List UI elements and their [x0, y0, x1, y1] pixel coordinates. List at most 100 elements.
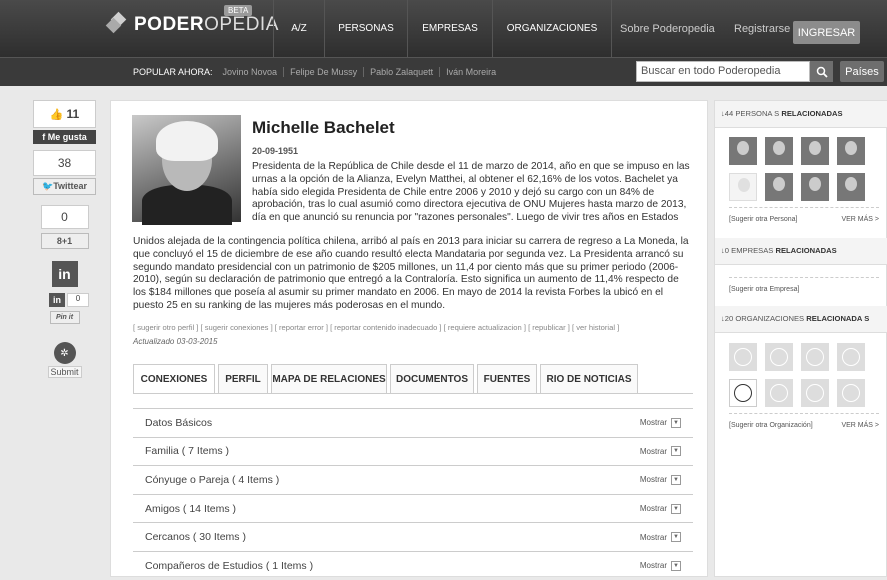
related-sidebar: ↓44 PERSONA S RELACIONADAS [Sugerir otra… — [714, 100, 887, 577]
pinit-button[interactable]: Pin it — [49, 311, 80, 324]
globe-icon[interactable] — [837, 379, 865, 407]
popular-link[interactable]: Iván Moreira — [439, 67, 502, 77]
show-toggle[interactable]: Mostrar ▼ — [640, 503, 681, 514]
tab-mapa-de-relaciones[interactable]: MAPA DE RELACIONES — [271, 364, 387, 393]
see-more-organizations-link[interactable]: VER MÁS > — [841, 422, 879, 429]
updated-date: Actualizado 03-03-2015 — [133, 337, 218, 346]
tab-documentos[interactable]: DOCUMENTOS — [390, 364, 474, 393]
person-name: Michelle Bachelet — [252, 118, 395, 137]
suggest-company-link[interactable]: [Sugerir otra Empresa] — [729, 286, 799, 293]
suggest-organization-link[interactable]: [Sugerir otra Organización] — [729, 422, 813, 429]
search-button[interactable] — [810, 61, 833, 82]
profile-panel: Michelle Bachelet 20-09-1951 Presidenta … — [110, 100, 708, 577]
search-icon — [816, 66, 828, 78]
tab-fuentes[interactable]: FUENTES — [477, 364, 537, 393]
globe-icon[interactable] — [801, 343, 829, 371]
linkedin-count: 0 — [67, 293, 89, 307]
popular-link[interactable]: Pablo Zalaquett — [363, 67, 439, 77]
person-thumbnail[interactable] — [837, 173, 865, 201]
profile-tabs: CONEXIONES PERFIL MAPA DE RELACIONES DOC… — [133, 364, 641, 393]
nav-az[interactable]: A/Z — [274, 0, 324, 57]
globe-icon[interactable] — [837, 343, 865, 371]
see-more-persons-link[interactable]: VER MÁS > — [841, 216, 879, 223]
tweet-count: 38 — [33, 150, 96, 176]
globe-icon[interactable] — [765, 343, 793, 371]
section-row[interactable]: Compañeros de Estudios ( 1 Items ) Mostra… — [133, 550, 693, 580]
show-toggle[interactable]: Mostrar ▼ — [640, 560, 681, 571]
chevron-down-icon: ▼ — [671, 417, 681, 428]
about-link[interactable]: Sobre Poderopedia — [620, 0, 715, 57]
related-companies-header: ↓0 EMPRESAS RELACIONADAS — [715, 238, 887, 265]
person-thumbnail[interactable] — [837, 137, 865, 165]
twitter-icon: 🐦 — [41, 181, 54, 191]
party-logo-icon[interactable] — [729, 379, 757, 407]
globe-icon[interactable] — [765, 379, 793, 407]
popular-label: POPULAR AHORA: — [133, 67, 213, 77]
section-row[interactable]: Amigos ( 14 Items ) Mostrar ▼ — [133, 493, 693, 523]
person-thumbnail[interactable] — [801, 173, 829, 201]
show-toggle[interactable]: Mostrar ▼ — [640, 474, 681, 485]
section-row[interactable]: Familia ( 7 Items ) Mostrar ▼ — [133, 436, 693, 466]
main-nav: A/Z PERSONAS EMPRESAS ORGANIZACIONES — [273, 0, 612, 57]
show-toggle[interactable]: Mostrar ▼ — [640, 532, 681, 543]
profile-actions-links[interactable]: [ sugerir otro perfil ] [ sugerir conexi… — [133, 323, 703, 332]
gplus-count: 0 — [40, 205, 89, 229]
gplus-button[interactable]: 8+1 — [40, 233, 89, 249]
person-thumbnail[interactable] — [765, 137, 793, 165]
person-thumbnail[interactable] — [729, 137, 757, 165]
login-button[interactable]: INGRESAR — [793, 21, 860, 44]
linkedin-icon[interactable]: in — [51, 261, 78, 287]
like-count-box: 👍 11 — [33, 100, 96, 128]
thumbs-up-icon: 👍 — [49, 108, 64, 121]
like-count: 11 — [66, 107, 80, 121]
chevron-down-icon: ▼ — [671, 503, 681, 514]
poderopedia-logo[interactable]: PODEROPEDIA BETA — [105, 5, 279, 36]
connection-sections: Datos Básicos Mostrar ▼ Familia ( 7 Items … — [133, 408, 693, 580]
facebook-like-button[interactable]: f Me gusta — [33, 130, 96, 144]
suggest-person-link[interactable]: [Sugerir otra Persona] — [729, 216, 797, 223]
profile-photo — [132, 115, 241, 225]
section-row[interactable]: Cercanos ( 30 Items ) Mostrar ▼ — [133, 522, 693, 551]
search-input[interactable]: Buscar en todo Poderopedia — [636, 61, 810, 82]
globe-icon[interactable] — [801, 379, 829, 407]
show-toggle[interactable]: Mostrar ▼ — [640, 417, 681, 428]
chevron-down-icon: ▼ — [671, 532, 681, 543]
linkedin-share-icon[interactable]: in — [49, 293, 65, 307]
chevron-down-icon: ▼ — [671, 474, 681, 485]
person-thumbnail[interactable] — [729, 173, 757, 201]
section-row[interactable]: Datos Básicos Mostrar ▼ — [133, 408, 693, 437]
popular-link[interactable]: Felipe De Mussy — [283, 67, 363, 77]
globe-icon[interactable] — [729, 343, 757, 371]
chevron-down-icon: ▼ — [671, 446, 681, 457]
stumbleupon-icon[interactable]: ✲ — [53, 342, 76, 364]
logo-text-light: OPEDIA — [204, 14, 279, 35]
social-share-column: 👍 11 f Me gusta 38 🐦Twittear 0 8+1 in in… — [33, 100, 96, 378]
person-thumbnail[interactable] — [801, 137, 829, 165]
popular-link[interactable]: Jovino Novoa — [223, 67, 284, 77]
bio-text: Presidenta de la República de Chile desd… — [252, 161, 690, 224]
section-row[interactable]: Cónyuge o Pareja ( 4 Items ) Mostrar ▼ — [133, 465, 693, 494]
birth-date: 20-09-1951 — [252, 146, 299, 156]
nav-organizaciones[interactable]: ORGANIZACIONES — [493, 0, 611, 57]
tab-perfil[interactable]: PERFIL — [218, 364, 268, 393]
related-persons-grid — [729, 137, 865, 201]
top-navigation-bar: PODEROPEDIA BETA A/Z PERSONAS EMPRESAS O… — [0, 0, 887, 57]
related-organizations-grid — [729, 343, 865, 407]
beta-badge: BETA — [224, 5, 253, 16]
show-toggle[interactable]: Mostrar ▼ — [640, 446, 681, 457]
nav-personas[interactable]: PERSONAS — [325, 0, 407, 57]
tab-rio-de-noticias[interactable]: RIO DE NOTICIAS — [540, 364, 638, 393]
logo-text-bold: PODER — [134, 14, 205, 35]
register-link[interactable]: Registrarse — [734, 0, 790, 57]
person-thumbnail[interactable] — [765, 173, 793, 201]
related-persons-header: ↓44 PERSONA S RELACIONADAS — [715, 101, 887, 128]
chevron-down-icon: ▼ — [671, 560, 681, 571]
tweet-button[interactable]: 🐦Twittear — [33, 178, 96, 195]
tab-conexiones[interactable]: CONEXIONES — [133, 364, 215, 393]
countries-button[interactable]: Países — [840, 61, 884, 82]
logo-diamond-icon — [105, 11, 130, 36]
bio-text-continued: Unidos alejada de la contingencia políti… — [133, 236, 689, 311]
submit-button[interactable]: Submit — [47, 366, 82, 378]
related-organizations-header: ↓20 ORGANIZACIONES RELACIONADA S — [715, 306, 887, 333]
nav-empresas[interactable]: EMPRESAS — [408, 0, 492, 57]
